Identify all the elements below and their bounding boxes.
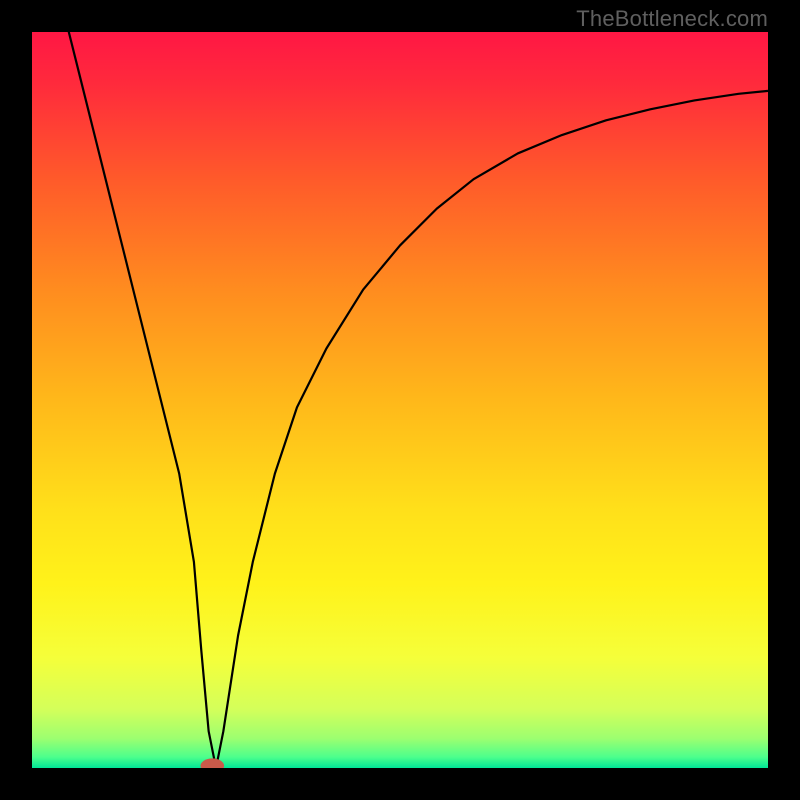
chart-frame: TheBottleneck.com [0, 0, 800, 800]
gradient-background [32, 32, 768, 768]
watermark-label: TheBottleneck.com [576, 6, 768, 32]
chart-canvas [32, 32, 768, 768]
plot-area [32, 32, 768, 768]
